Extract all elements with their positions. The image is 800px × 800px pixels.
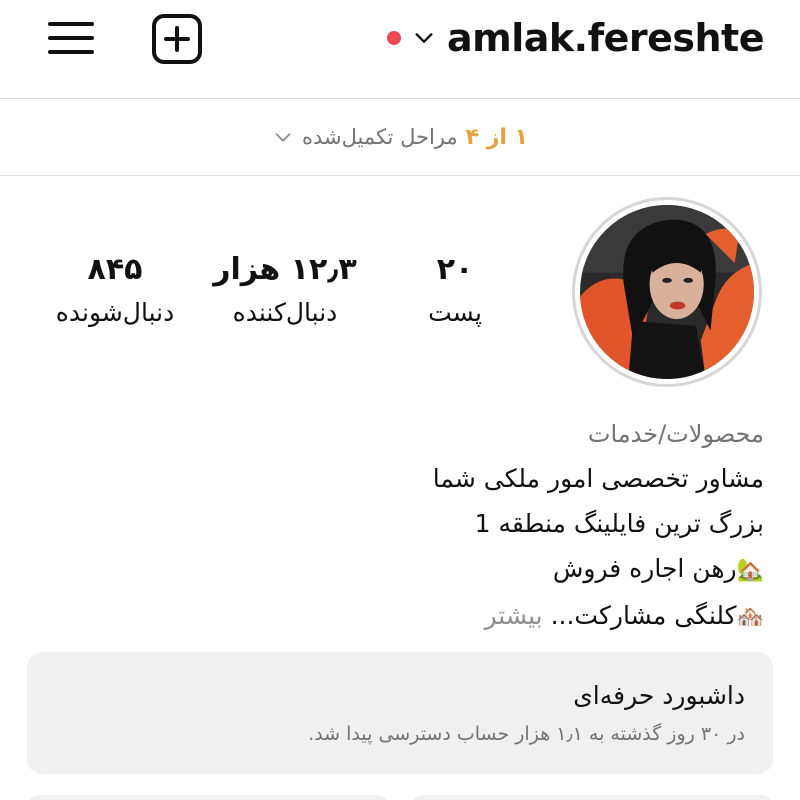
bio-line-1: مشاور تخصصی امور ملکی شما	[432, 464, 764, 493]
profile-progress-row[interactable]: ۱ از ۴ مراحل تکمیل‌شده	[0, 99, 800, 175]
username: amlak.fereshte	[446, 16, 765, 60]
stat-posts[interactable]: ۲۰ پست	[375, 248, 535, 327]
houses-icon: 🏘️	[736, 605, 764, 630]
notification-dot	[386, 31, 401, 45]
bio-category: محصولات/خدمات	[587, 420, 764, 448]
professional-dashboard-card[interactable]: داشبورد حرفه‌ای در ۳۰ روز گذشته به ۱٫۱ ه…	[27, 652, 773, 774]
following-label: دنبال‌شونده	[55, 298, 175, 327]
progress-label: مراحل تکمیل‌شده	[301, 125, 458, 149]
progress-count: ۱ از ۴	[465, 124, 529, 150]
add-post-icon[interactable]	[152, 14, 202, 64]
dashboard-subtitle: در ۳۰ روز گذشته به ۱٫۱ هزار حساب دسترسی …	[308, 723, 745, 745]
profile-avatar[interactable]	[572, 197, 762, 387]
bio-line-3-text: رهن اجاره فروش	[552, 554, 737, 583]
top-bar: amlak.fereshte	[0, 0, 800, 98]
share-profile-button[interactable]	[411, 795, 773, 800]
following-count: ۸۴۵	[87, 252, 143, 287]
bio-line-3: 🏡رهن اجاره فروش	[36, 546, 764, 593]
bio-more-link[interactable]: بیشتر	[484, 601, 542, 630]
bio-line-4-text: کلنگی مشارکت...	[550, 601, 737, 630]
profile-bio: محصولات/خدمات مشاور تخصصی امور ملکی شما …	[36, 412, 764, 640]
followers-label: دنبال‌کننده	[232, 298, 338, 327]
stat-followers[interactable]: ۱۲٫۳ هزار دنبال‌کننده	[205, 248, 365, 327]
house-garden-icon: 🏡	[736, 558, 764, 583]
bio-line-4: 🏘️کلنگی مشارکت... بیشتر	[36, 593, 764, 640]
bio-line-2: بزرگ ترین فایلینگ منطقه 1	[474, 509, 764, 538]
avatar-photo	[580, 205, 754, 379]
posts-label: پست	[428, 298, 482, 327]
dashboard-title: داشبورد حرفه‌ای	[573, 681, 745, 710]
avatar-image	[580, 205, 754, 379]
edit-profile-button[interactable]	[27, 795, 389, 800]
followers-count: ۱۲٫۳ هزار	[213, 252, 357, 287]
stat-following[interactable]: ۸۴۵ دنبال‌شونده	[35, 248, 195, 327]
menu-icon[interactable]	[48, 18, 94, 58]
account-switcher[interactable]: amlak.fereshte	[386, 12, 765, 64]
posts-count: ۲۰	[436, 252, 474, 287]
chevron-down-icon[interactable]	[272, 126, 294, 148]
progress-divider	[0, 175, 800, 176]
chevron-down-icon[interactable]	[413, 27, 435, 49]
profile-page: amlak.fereshte ۱ از ۴ مراحل تکمیل‌شده	[0, 0, 800, 800]
